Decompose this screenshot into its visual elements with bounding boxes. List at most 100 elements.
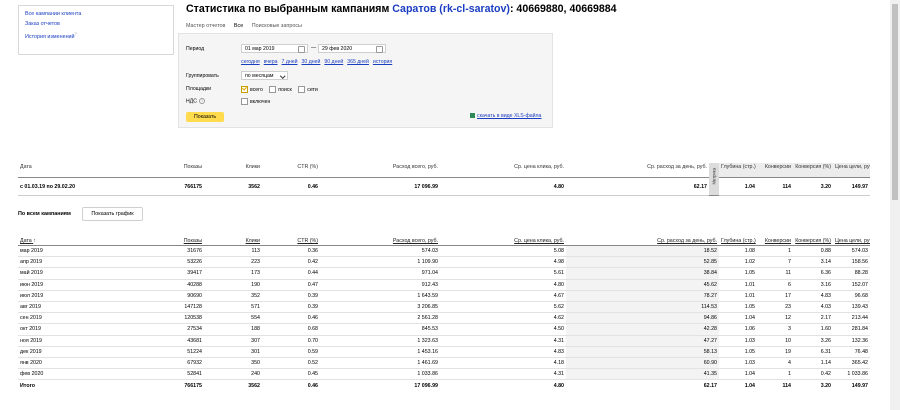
tab-master[interactable]: Мастер отчетов [186,23,225,29]
vat-option[interactable]: включен [241,97,270,105]
col-cpc[interactable]: Ср. цена клика, руб. [440,237,566,246]
table-cell: 94.86 [566,312,719,325]
download-xls[interactable]: скачать в виде XLS-файла [470,113,541,119]
page-scrollbar[interactable] [890,0,900,410]
table-cell: 67932 [128,357,204,370]
col-ctr[interactable]: CTR (%) [262,237,320,246]
table-cell: 60.90 [566,357,719,370]
table-cell: 4.03 [793,301,833,314]
table-cell: 223 [204,256,262,269]
tab-search-queries[interactable]: Поисковые запросы [252,23,302,29]
checkbox-icon[interactable] [241,85,248,93]
table-cell: 0.39 [262,301,320,314]
table-cell: 23 [757,301,793,314]
table-cell: 188 [204,323,262,336]
page-title: Статистика по выбранным кампаниям Сарато… [186,3,617,15]
table-cell: 4.80 [440,279,566,291]
all-campaigns-link[interactable]: Все кампании клиента [25,11,81,17]
calendar-icon[interactable] [376,46,383,53]
table-cell: 1.01 [719,290,757,302]
sum-header-date: Дата [18,163,128,178]
table-cell: 5.61 [440,267,566,280]
date-from-input[interactable]: 01 мар 2019 [241,44,308,53]
sum-header-conversions: Конверсии [757,163,793,178]
table-cell: 18.52 [566,245,719,258]
left-nav-box: Все кампании клиента Заказ отчетов Истор… [18,5,174,55]
table-cell: 574.03 [833,245,870,258]
filter-panel: Период 01 мар 2019 — 29 фев 2020 сегодня… [178,33,553,128]
sum-header-goal-cost: Цена цели, руб. [833,163,870,178]
checkbox-icon[interactable] [241,97,248,105]
vat-label: НДС? [186,98,206,104]
table-cell: 11 [757,267,793,280]
group-label: Группировать [186,73,219,79]
placement-all[interactable]: всего [241,85,263,93]
show-chart-button[interactable]: Показать график [82,207,143,221]
table-cell: 0.59 [262,346,320,358]
table-cell: 90690 [128,290,204,302]
quick-7days[interactable]: 7 дней [282,59,298,65]
quick-90days[interactable]: 90 дней [324,59,343,65]
date-separator: — [311,45,317,51]
table-cell: 120538 [128,312,204,325]
total-row: Итого 766175 3562 0.46 17 096.99 4.80 62… [18,379,870,393]
table-cell: 4.98 [440,256,566,269]
table-cell: 912.43 [320,279,440,291]
col-goal-cost[interactable]: Цена цели, руб. [833,237,870,246]
table-cell: 4.31 [440,335,566,347]
table-cell: 1.02 [719,256,757,269]
group-select[interactable]: по месяцам [241,71,288,80]
quick-period-links: сегодня вчера 7 дней 30 дней 90 дней 365… [241,59,395,65]
placement-networks[interactable]: сети [298,85,318,93]
table-cell: 52841 [128,368,204,381]
table-cell: 301 [204,346,262,358]
col-conv-rate[interactable]: Конверсия (%) [793,237,833,246]
col-depth[interactable]: Глубина (стр.) [719,237,757,246]
summary-row: с 01.03.19 по 29.02.20 766175 3562 0.46 … [18,177,870,196]
scrollbar-thumb[interactable] [892,4,898,200]
col-date[interactable]: Дата ↑ [18,237,128,246]
col-clicks[interactable]: Клики [204,237,262,246]
placement-search[interactable]: поиск [269,85,292,93]
table-cell: июн 2019 [18,279,128,291]
quick-30days[interactable]: 30 дней [302,59,321,65]
table-cell: 132.36 [833,335,870,347]
table-cell: 88.28 [833,267,870,280]
calendar-icon[interactable] [298,46,305,53]
col-spend[interactable]: Расход всего, руб. [320,237,440,246]
period-label: Период [186,46,205,52]
quick-yesterday[interactable]: вчера [264,59,278,65]
checkbox-icon[interactable] [269,85,277,93]
show-button[interactable]: Показать [186,112,224,122]
date-to-input[interactable]: 29 фев 2020 [318,44,386,53]
quick-365days[interactable]: 365 дней [347,59,369,65]
table-cell: 0.68 [262,323,320,336]
table-cell: 78.27 [566,290,719,302]
change-history-link[interactable]: История изменений [25,34,75,40]
chevron-down-icon [279,73,285,79]
table-cell: 1 461.69 [320,357,440,370]
order-reports-link[interactable]: Заказ отчетов [25,21,60,27]
table-cell: 350 [204,357,262,370]
client-link[interactable]: Саратов (rk-cl-saratov) [392,3,510,15]
quick-today[interactable]: сегодня [241,59,260,65]
info-icon[interactable]: ? [199,98,206,104]
table-cell: 1 109.90 [320,256,440,269]
tab-all[interactable]: Все [234,23,243,29]
table-cell: 1.08 [719,245,757,258]
table-cell: 0.52 [262,357,320,370]
col-conversions[interactable]: Конверсии [757,237,793,246]
sum-header-conv-rate: Конверсия (%) [793,163,833,178]
checkbox-icon[interactable] [298,85,306,93]
history-mark: ? [74,31,77,37]
table-cell: 6.31 [793,346,833,358]
table-cell: 1.01 [719,279,757,291]
col-daily[interactable]: Ср. расход за день, руб. [566,237,719,246]
table-cell: 971.04 [320,267,440,280]
quick-history[interactable]: история [373,59,392,65]
table-cell: 0.39 [262,290,320,302]
table-cell: 1.05 [719,346,757,358]
table-cell: 42.28 [566,323,719,336]
table-cell: апр 2019 [18,256,128,269]
col-impressions[interactable]: Показы [128,237,204,246]
